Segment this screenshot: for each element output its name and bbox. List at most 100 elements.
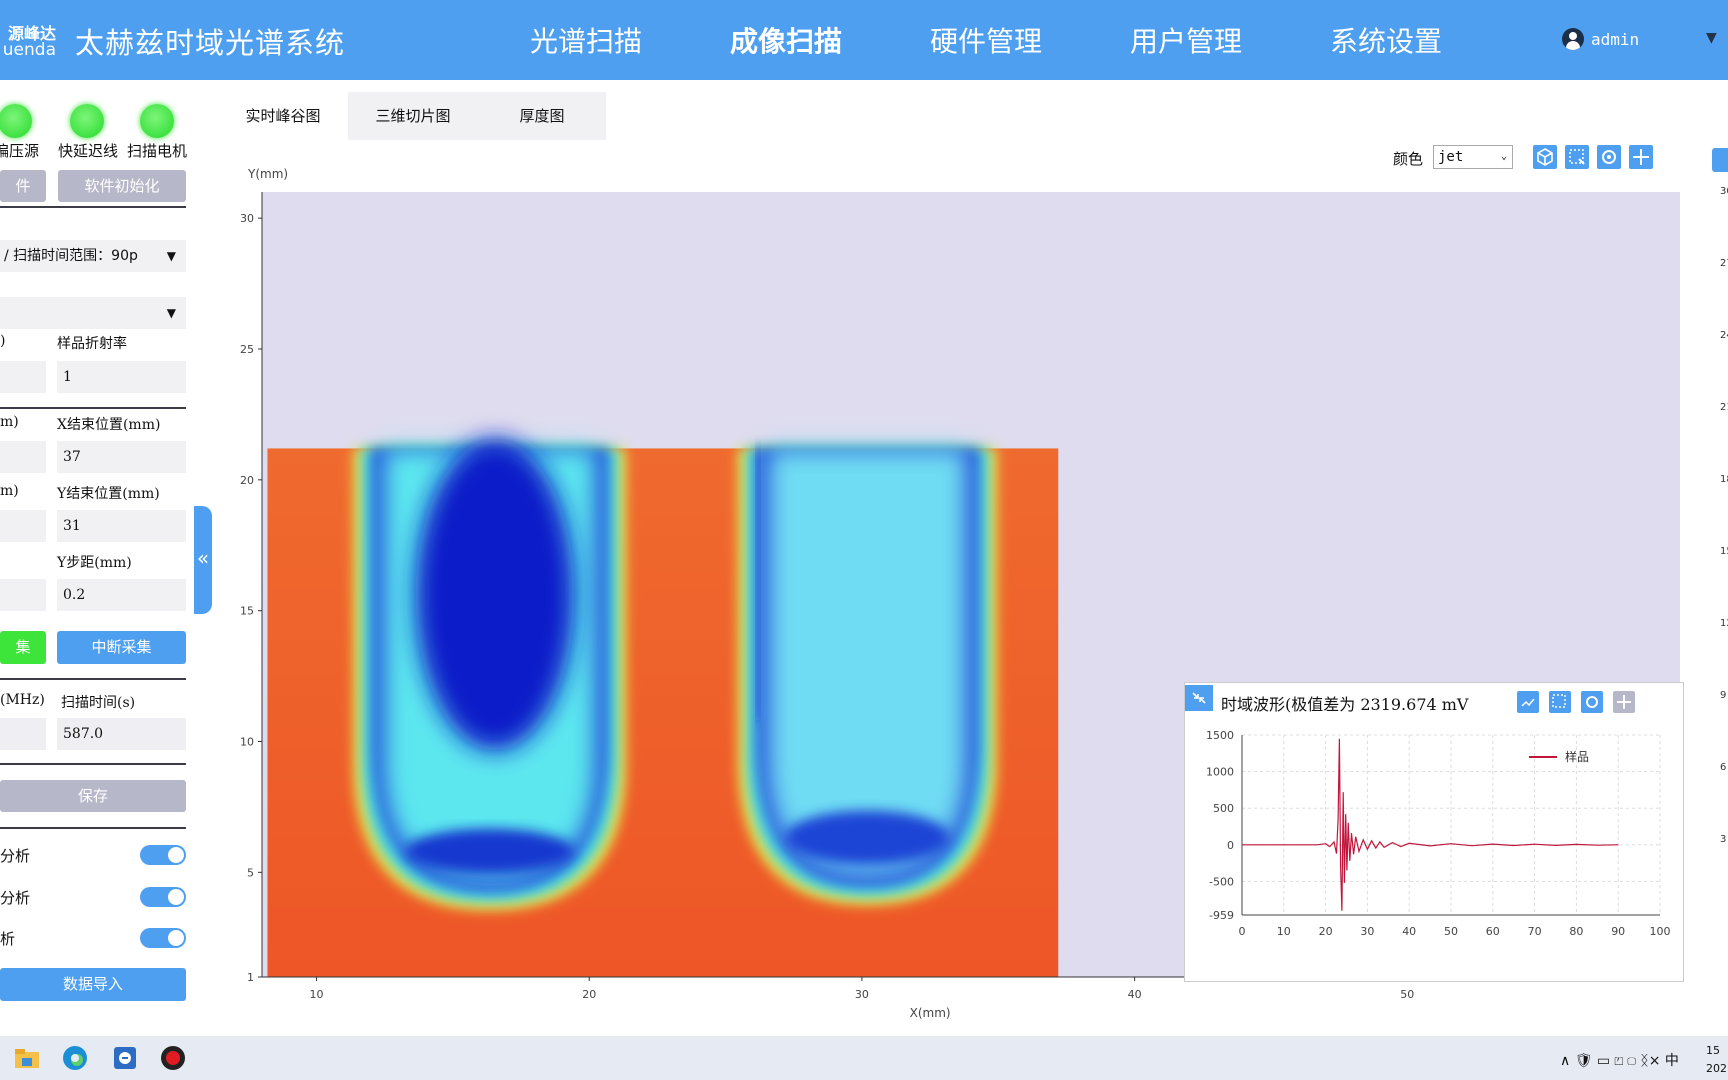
user-name[interactable]: admin [1591, 30, 1639, 49]
waveform-grid [1241, 734, 1661, 916]
user-menu-caret-icon[interactable]: ▼ [1706, 30, 1717, 46]
status-led-motor-icon [140, 104, 174, 138]
tab-3d-slice[interactable]: 三维切片图 [348, 92, 478, 140]
y-tick-label: 20 [240, 474, 254, 487]
user-avatar-icon[interactable] [1562, 28, 1584, 50]
hardware-button[interactable]: 件 [0, 170, 46, 202]
right-panel-tab[interactable] [1712, 148, 1728, 172]
reset-view-icon[interactable] [1581, 691, 1603, 713]
mode-select[interactable]: ▼ [0, 297, 186, 329]
x-tick-label: 0 [1239, 925, 1246, 938]
y-tick-label: 500 [1213, 802, 1234, 815]
analysis-toggle-3[interactable] [140, 928, 186, 948]
field-label: ) [0, 333, 6, 349]
field-input[interactable] [0, 441, 46, 473]
divider [0, 763, 186, 765]
scan-time-label: 扫描时间(s) [61, 695, 136, 711]
nav-settings[interactable]: 系统设置 [1330, 20, 1442, 60]
analysis-toggle-2[interactable] [140, 887, 186, 907]
collapse-panel-icon[interactable]: « [194, 506, 212, 614]
crosshair-icon[interactable] [1629, 145, 1653, 169]
y-tick-label: 1000 [1206, 766, 1234, 779]
right-tick-label: 30 [1720, 186, 1728, 197]
toggle-label: 分析 [0, 847, 31, 865]
divider [0, 678, 186, 680]
x-end-input[interactable]: 37 [57, 441, 186, 473]
field-label: X结束位置(mm) [57, 417, 161, 433]
chevron-down-icon: ▼ [166, 306, 176, 320]
x-axis-label: X(mm) [910, 1006, 951, 1020]
right-tick-label: 9 [1720, 690, 1727, 701]
y-tick-label: 1500 [1206, 729, 1234, 742]
scan-time-value: 587.0 [57, 718, 186, 750]
field-label: m) [0, 483, 19, 499]
x-tick-label: 50 [1444, 925, 1458, 938]
color-label: 颜色 [1393, 150, 1424, 168]
waveform-ticks: 0 10 20 30 40 50 60 70 80 90 100 1500 1000 500 0 -500 -9… [1206, 729, 1671, 938]
field-input[interactable] [0, 579, 46, 611]
system-tray[interactable]: ∧ 🛡 ▭ ⏍ 🖵 ᛝ× 中 [1560, 1050, 1679, 1070]
nav-hardware[interactable]: 硬件管理 [930, 20, 1042, 60]
zoom-box-icon[interactable] [1549, 691, 1571, 713]
colormap-select[interactable]: jet ⌄ [1433, 145, 1513, 169]
right-tick-label: 3 [1720, 834, 1727, 845]
reset-view-icon[interactable] [1597, 145, 1621, 169]
nav-spectrum-scan[interactable]: 光谱扫描 [530, 20, 642, 60]
right-tick-label: 18 [1720, 474, 1728, 485]
tab-thickness[interactable]: 厚度图 [478, 92, 606, 140]
field-label: 样品折射率 [57, 336, 127, 352]
y-step-input[interactable]: 0.2 [57, 579, 186, 611]
right-tick-label: 15 [1720, 546, 1728, 557]
chevron-down-icon: ▼ [166, 249, 176, 263]
crosshair-icon[interactable] [1613, 691, 1635, 713]
edge-browser-icon[interactable] [60, 1043, 90, 1073]
record-icon[interactable] [158, 1043, 188, 1073]
abort-collect-button[interactable]: 中断采集 [57, 631, 186, 664]
nav-imaging-scan[interactable]: 成像扫描 [730, 20, 842, 60]
save-button[interactable]: 保存 [0, 780, 186, 812]
x-tick-label: 70 [1528, 925, 1542, 938]
app-window-icon[interactable] [110, 1043, 140, 1073]
refractive-index-input[interactable]: 1 [57, 361, 186, 393]
start-collect-button[interactable]: 集 [0, 631, 46, 664]
legend-entry: 样品 [1565, 749, 1589, 764]
collapse-waveform-icon[interactable] [1185, 685, 1213, 711]
x-tick-label: 80 [1569, 925, 1583, 938]
cube-view-icon[interactable] [1533, 145, 1557, 169]
save-image-icon[interactable] [1517, 691, 1539, 713]
divider [0, 407, 186, 409]
x-tick-label: 10 [1277, 925, 1291, 938]
divider [0, 827, 186, 829]
clock: 15 202 [1706, 1044, 1727, 1075]
right-tick-label: 6 [1720, 762, 1727, 773]
waveform-chart[interactable]: 0 10 20 30 40 50 60 70 80 90 100 1500 1000 500 0 -500 -9… [1185, 723, 1685, 983]
x-tick-label: 30 [855, 988, 869, 1001]
nav-users[interactable]: 用户管理 [1130, 20, 1242, 60]
scan-range-select[interactable]: / 扫描时间范围：90p ▼ [0, 240, 186, 272]
scan-range-value: / 扫描时间范围：90p [4, 248, 138, 264]
right-tick-label: 12 [1720, 618, 1728, 629]
x-tick-label: 30 [1360, 925, 1374, 938]
freq-value [0, 718, 46, 750]
zoom-box-icon[interactable] [1565, 145, 1589, 169]
tab-realtime-peak[interactable]: 实时峰谷图 [218, 92, 348, 140]
field-input[interactable] [0, 510, 46, 542]
x-tick-label: 100 [1650, 925, 1671, 938]
led-label: 快延迟线 [58, 142, 119, 160]
y-end-input[interactable]: 31 [57, 510, 186, 542]
app-title: 太赫兹时域光谱系统 [75, 26, 346, 60]
divider [0, 206, 186, 208]
x-tick-label: 20 [582, 988, 596, 1001]
x-tick-label: 60 [1486, 925, 1500, 938]
field-input[interactable] [0, 361, 46, 393]
waveform-panel: 时域波形(极值差为 2319.674 mV 0 10 20 30 40 50 60 70 80 9… [1184, 682, 1684, 982]
y-tick-label: -500 [1209, 875, 1234, 888]
analysis-toggle-1[interactable] [140, 845, 186, 865]
file-explorer-icon[interactable] [12, 1043, 42, 1073]
software-init-button[interactable]: 软件初始化 [58, 170, 186, 202]
right-tick-label: 24 [1720, 330, 1728, 341]
void-region-1 [353, 439, 626, 911]
data-import-button[interactable]: 数据导入 [0, 968, 186, 1001]
void-region-2 [737, 448, 997, 906]
y-tick-label: 0 [1227, 839, 1234, 852]
